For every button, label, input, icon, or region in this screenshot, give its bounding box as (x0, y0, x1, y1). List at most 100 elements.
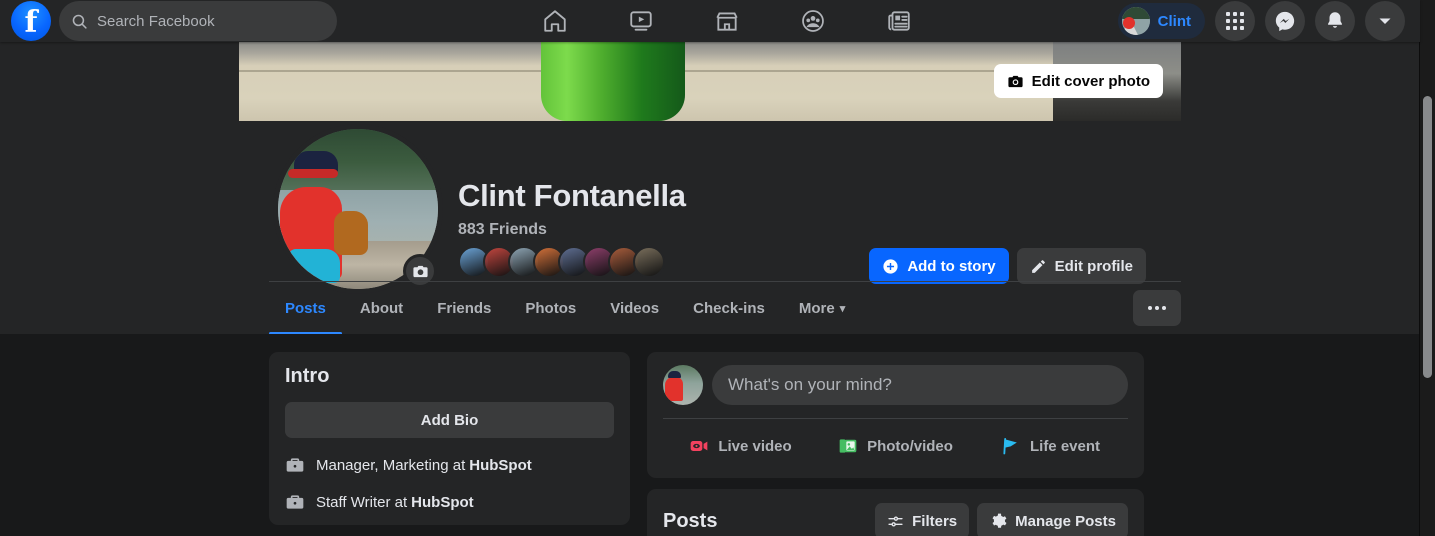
profile-chip-label: Clint (1157, 12, 1191, 30)
tab-check-ins[interactable]: Check-ins (677, 282, 781, 335)
live-video-button[interactable]: Live video (663, 427, 818, 465)
tab-friends[interactable]: Friends (421, 282, 507, 335)
groups-icon[interactable] (790, 1, 836, 41)
plus-circle-icon (883, 258, 898, 274)
chevron-down-icon[interactable] (1365, 1, 1405, 41)
intro-title: Intro (285, 365, 330, 387)
apps-grid-icon[interactable] (1215, 1, 1255, 41)
profile-tabs: Posts About Friends Photos Videos Check-ins Mo… (269, 281, 1181, 334)
profile-identity: Clint Fontanella 883 Friends (458, 178, 686, 278)
messenger-icon[interactable] (1265, 1, 1305, 41)
profile-chip-button[interactable]: Clint (1117, 3, 1205, 39)
edit-profile-label: Edit profile (1054, 257, 1133, 275)
tab-label: Photos (525, 299, 577, 317)
edit-profile-button[interactable]: Edit profile (1016, 248, 1146, 284)
add-bio-button[interactable]: Add Bio (285, 402, 614, 438)
edit-cover-photo-label: Edit cover photo (1031, 72, 1150, 90)
briefcase-icon (286, 495, 304, 509)
avatar (1121, 7, 1150, 35)
tab-label: More (798, 299, 835, 317)
filters-button[interactable]: Filters (875, 503, 970, 536)
friend-avatars-list[interactable] (458, 246, 686, 278)
intro-item: Staff Writer at HubSpot (285, 492, 614, 512)
camera-icon (412, 265, 428, 277)
posts-card: Posts Filters Manage Posts (647, 489, 1144, 536)
tab-posts[interactable]: Posts (269, 282, 342, 334)
live-video-label: Live video (718, 437, 792, 455)
pencil-icon (1031, 259, 1045, 273)
tab-label: Posts (285, 299, 326, 317)
add-to-story-label: Add to story (907, 257, 996, 275)
page-scrollbar[interactable] (1420, 0, 1435, 536)
composer-placeholder: What's on your mind? (728, 375, 892, 394)
briefcase-icon (286, 458, 304, 472)
page-title: Clint Fontanella (458, 178, 686, 213)
add-to-story-button[interactable]: Add to story (869, 248, 1009, 284)
intro-item: Manager, Marketing at HubSpot (285, 455, 614, 475)
avatar (663, 365, 703, 405)
facebook-logo-letter: f (24, 5, 38, 40)
search-placeholder-text: Search Facebook (97, 12, 215, 30)
scrollbar-thumb[interactable] (1423, 96, 1432, 378)
tab-label: Check-ins (693, 299, 765, 317)
add-bio-label: Add Bio (420, 411, 479, 429)
tab-label: About (359, 299, 404, 317)
composer-input[interactable]: What's on your mind? (712, 365, 1128, 405)
photo-video-icon (839, 439, 857, 453)
sliders-icon (888, 515, 903, 527)
flag-icon (1003, 438, 1017, 455)
nav-center-icons (337, 1, 1118, 41)
life-event-label: Life event (1029, 437, 1101, 455)
intro-item-employer[interactable]: HubSpot (469, 457, 531, 474)
photo-video-button[interactable]: Photo/video (818, 427, 973, 465)
left-column: Intro Add Bio Manager, Marketing at HubS… (269, 352, 630, 525)
marketplace-icon[interactable] (704, 1, 750, 41)
profile-body: Intro Add Bio Manager, Marketing at HubS… (0, 334, 1420, 536)
facebook-logo-icon[interactable]: f (11, 1, 51, 41)
search-input[interactable]: Search Facebook (59, 1, 337, 41)
bell-icon[interactable] (1315, 1, 1355, 41)
filters-label: Filters (912, 512, 958, 530)
life-event-button[interactable]: Life event (973, 427, 1128, 465)
cover-photo-subject (541, 42, 685, 121)
gear-icon (992, 513, 1007, 528)
facebook-profile-page: f Search Facebook Clint Edit cover photo… (0, 0, 1435, 536)
tab-videos[interactable]: Videos (594, 282, 675, 335)
tab-label: Friends (437, 299, 492, 317)
posts-header: Posts Filters Manage Posts (663, 503, 1128, 536)
edit-cover-photo-button[interactable]: Edit cover photo (993, 64, 1163, 98)
intro-card: Intro Add Bio Manager, Marketing at HubS… (269, 352, 630, 525)
posts-title: Posts (663, 509, 718, 532)
photo-video-label: Photo/video (867, 437, 953, 455)
tab-photos[interactable]: Photos (509, 282, 592, 335)
profile-header-section: Edit cover photo Clint Fontanella 883 Fr… (0, 42, 1420, 334)
intro-item-employer[interactable]: HubSpot (411, 494, 473, 511)
manage-posts-label: Manage Posts (1015, 512, 1116, 530)
profile-avatar[interactable] (273, 124, 443, 294)
intro-item-text: Staff Writer at (316, 493, 408, 511)
composer-top-row: What's on your mind? (663, 365, 1128, 405)
tab-more[interactable]: More ▾ (783, 282, 861, 335)
search-icon (72, 14, 87, 29)
profile-action-buttons: Add to story Edit profile (869, 248, 1146, 284)
manage-posts-button[interactable]: Manage Posts (977, 503, 1128, 536)
composer-actions: Live video Photo/video Life event (663, 419, 1128, 465)
chevron-down-icon: ▾ (839, 302, 846, 315)
live-video-icon (690, 441, 708, 451)
video-icon[interactable] (618, 1, 664, 41)
tab-label: Videos (610, 299, 660, 317)
friend-avatar[interactable] (633, 246, 665, 278)
intro-item-text: Manager, Marketing at (316, 456, 466, 474)
news-feeds-icon[interactable] (876, 1, 922, 41)
home-icon[interactable] (532, 1, 578, 41)
nav-right-section: Clint (1117, 1, 1420, 41)
friends-count-label[interactable]: 883 Friends (458, 221, 686, 239)
cover-photo[interactable]: Edit cover photo (239, 42, 1181, 121)
intro-items-list: Manager, Marketing at HubSpot Staff Write… (285, 455, 614, 512)
nav-left-section: f Search Facebook (0, 1, 337, 41)
more-options-icon[interactable] (1133, 290, 1181, 326)
top-navigation-bar: f Search Facebook Clint (0, 0, 1420, 42)
right-column: What's on your mind? Live video Photo/vi… (647, 352, 1144, 536)
camera-icon (1008, 75, 1023, 87)
tab-about[interactable]: About (344, 282, 419, 335)
